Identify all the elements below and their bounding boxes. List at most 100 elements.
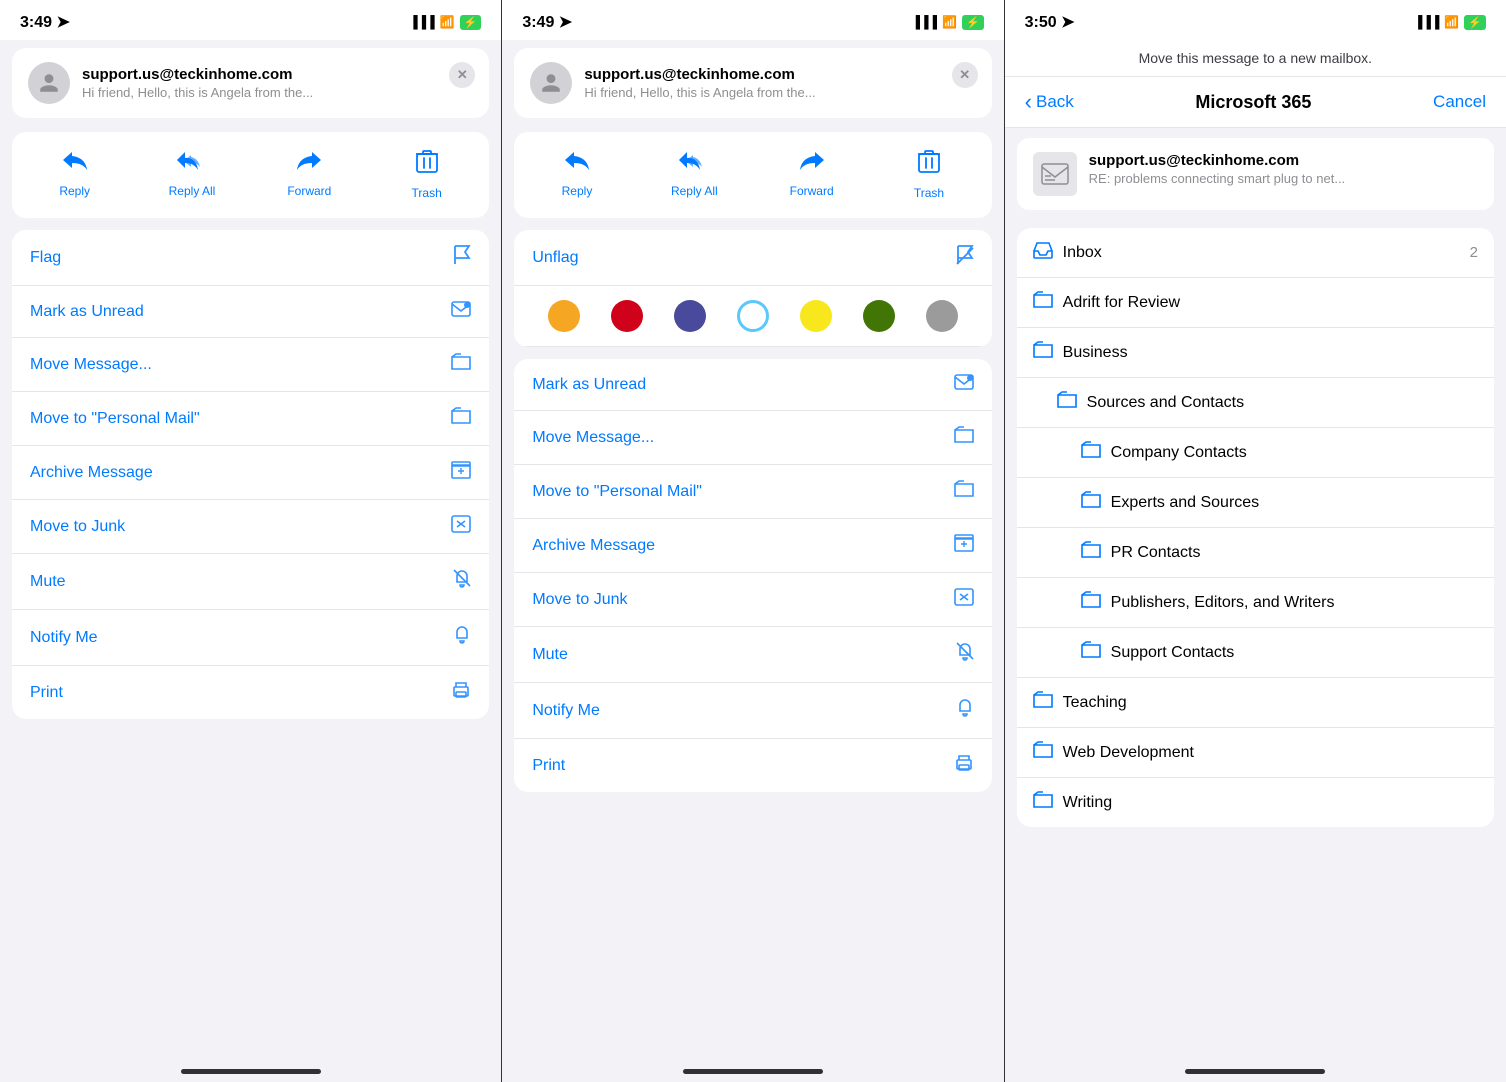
reply-all-button-1[interactable]: Reply All	[133, 142, 250, 208]
mark-unread-item-2[interactable]: Mark as Unread	[514, 359, 991, 411]
move-message-icon-2	[954, 426, 974, 449]
color-dots-row-2	[514, 286, 991, 347]
reply-button-2[interactable]: Reply	[518, 142, 635, 208]
mute-label-1: Mute	[30, 573, 66, 591]
action-buttons-1: Reply Reply All Forward Trash	[12, 132, 489, 218]
forward-label-1: Forward	[287, 184, 331, 198]
panel-info: Move this message to a new mailbox.	[1005, 40, 1506, 77]
notify-item-1[interactable]: Notify Me	[12, 610, 489, 666]
wifi-icon: 📶	[440, 15, 455, 29]
web-dev-icon	[1033, 741, 1053, 764]
color-dot-green[interactable]	[863, 300, 895, 332]
publishers-icon	[1081, 591, 1101, 614]
support-contacts-icon	[1081, 641, 1101, 664]
color-dot-teal[interactable]	[737, 300, 769, 332]
screen-3: 3:50 ➤ ▐▐▐ 📶 ⚡ Move this message to a ne…	[1005, 0, 1506, 1082]
screen-2: 3:49 ➤ ▐▐▐ 📶 ⚡ support.us@teckinhome.com…	[502, 0, 1004, 1082]
writing-icon	[1033, 791, 1053, 814]
adrift-item[interactable]: Adrift for Review	[1017, 278, 1494, 328]
move-personal-icon-1	[451, 407, 471, 430]
notify-icon-1	[453, 625, 471, 650]
notify-item-2[interactable]: Notify Me	[514, 683, 991, 739]
teaching-icon	[1033, 691, 1053, 714]
support-contacts-item[interactable]: Support Contacts	[1017, 628, 1494, 678]
mute-icon-1	[453, 569, 471, 594]
signal-icon: ▐▐▐	[409, 15, 435, 29]
color-dot-purple[interactable]	[674, 300, 706, 332]
sources-contacts-label: Sources and Contacts	[1087, 394, 1478, 412]
reply-all-button-2[interactable]: Reply All	[636, 142, 753, 208]
reply-all-icon-2	[679, 150, 709, 178]
junk-item-2[interactable]: Move to Junk	[514, 573, 991, 627]
web-dev-item[interactable]: Web Development	[1017, 728, 1494, 778]
writing-label: Writing	[1063, 794, 1478, 812]
move-personal-item-1[interactable]: Move to "Personal Mail"	[12, 392, 489, 446]
trash-button-1[interactable]: Trash	[368, 142, 485, 208]
trash-label-1: Trash	[412, 186, 442, 200]
trash-label-2: Trash	[914, 186, 944, 200]
trash-button-2[interactable]: Trash	[870, 142, 987, 208]
color-dot-yellow[interactable]	[800, 300, 832, 332]
move-message-item-1[interactable]: Move Message...	[12, 338, 489, 392]
teaching-item[interactable]: Teaching	[1017, 678, 1494, 728]
wifi-icon-3: 📶	[1444, 15, 1459, 29]
color-dot-orange[interactable]	[548, 300, 580, 332]
forward-button-1[interactable]: Forward	[251, 142, 368, 208]
color-dot-gray[interactable]	[926, 300, 958, 332]
pr-contacts-label: PR Contacts	[1111, 544, 1478, 562]
time-1: 3:49 ➤	[20, 12, 70, 32]
print-item-2[interactable]: Print	[514, 739, 991, 792]
inbox-item[interactable]: Inbox 2	[1017, 228, 1494, 278]
color-dot-red[interactable]	[611, 300, 643, 332]
close-button-2[interactable]: ✕	[952, 62, 978, 88]
mute-item-2[interactable]: Mute	[514, 627, 991, 683]
print-label-1: Print	[30, 684, 63, 702]
mute-item-1[interactable]: Mute	[12, 554, 489, 610]
experts-sources-item[interactable]: Experts and Sources	[1017, 478, 1494, 528]
reply-button-1[interactable]: Reply	[16, 142, 133, 208]
company-contacts-icon	[1081, 441, 1101, 464]
publishers-label: Publishers, Editors, and Writers	[1111, 594, 1478, 612]
menu-section-1: Flag Mark as Unread Move Message... Move…	[12, 230, 489, 719]
print-item-1[interactable]: Print	[12, 666, 489, 719]
back-button[interactable]: ‹ Back	[1025, 89, 1074, 115]
mark-unread-icon-1	[451, 301, 471, 322]
business-folder-icon	[1033, 341, 1053, 364]
pr-contacts-item[interactable]: PR Contacts	[1017, 528, 1494, 578]
teaching-label: Teaching	[1063, 694, 1478, 712]
mark-unread-icon-2	[954, 374, 974, 395]
print-icon-2	[954, 754, 974, 777]
status-bar-2: 3:49 ➤ ▐▐▐ 📶 ⚡	[502, 0, 1003, 40]
mark-unread-item-1[interactable]: Mark as Unread	[12, 286, 489, 338]
inbox-icon	[1033, 241, 1053, 264]
archive-item-2[interactable]: Archive Message	[514, 519, 991, 573]
company-contacts-item[interactable]: Company Contacts	[1017, 428, 1494, 478]
panel-title: Microsoft 365	[1195, 92, 1311, 113]
archive-item-1[interactable]: Archive Message	[12, 446, 489, 500]
junk-item-1[interactable]: Move to Junk	[12, 500, 489, 554]
reply-icon-2	[564, 150, 590, 178]
business-label: Business	[1063, 344, 1478, 362]
battery-icon: ⚡	[460, 15, 482, 30]
flag-item-1[interactable]: Flag	[12, 230, 489, 286]
junk-icon-1	[451, 515, 471, 538]
sources-contacts-icon	[1057, 391, 1077, 414]
battery-icon-3: ⚡	[1464, 15, 1486, 30]
forward-icon-2	[799, 150, 825, 178]
cancel-button[interactable]: Cancel	[1433, 92, 1486, 112]
publishers-item[interactable]: Publishers, Editors, and Writers	[1017, 578, 1494, 628]
unflag-item-2[interactable]: Unflag	[514, 230, 991, 286]
home-indicator-1	[181, 1069, 321, 1074]
experts-sources-label: Experts and Sources	[1111, 494, 1478, 512]
mark-unread-label-1: Mark as Unread	[30, 303, 144, 321]
writing-item[interactable]: Writing	[1017, 778, 1494, 827]
message-preview-card: support.us@teckinhome.com RE: problems c…	[1017, 138, 1494, 210]
move-message-item-2[interactable]: Move Message...	[514, 411, 991, 465]
reply-label-1: Reply	[59, 184, 90, 198]
forward-button-2[interactable]: Forward	[753, 142, 870, 208]
reply-all-label-1: Reply All	[169, 184, 216, 198]
trash-icon-1	[416, 150, 438, 180]
business-item[interactable]: Business	[1017, 328, 1494, 378]
move-personal-item-2[interactable]: Move to "Personal Mail"	[514, 465, 991, 519]
sources-contacts-item[interactable]: Sources and Contacts	[1017, 378, 1494, 428]
